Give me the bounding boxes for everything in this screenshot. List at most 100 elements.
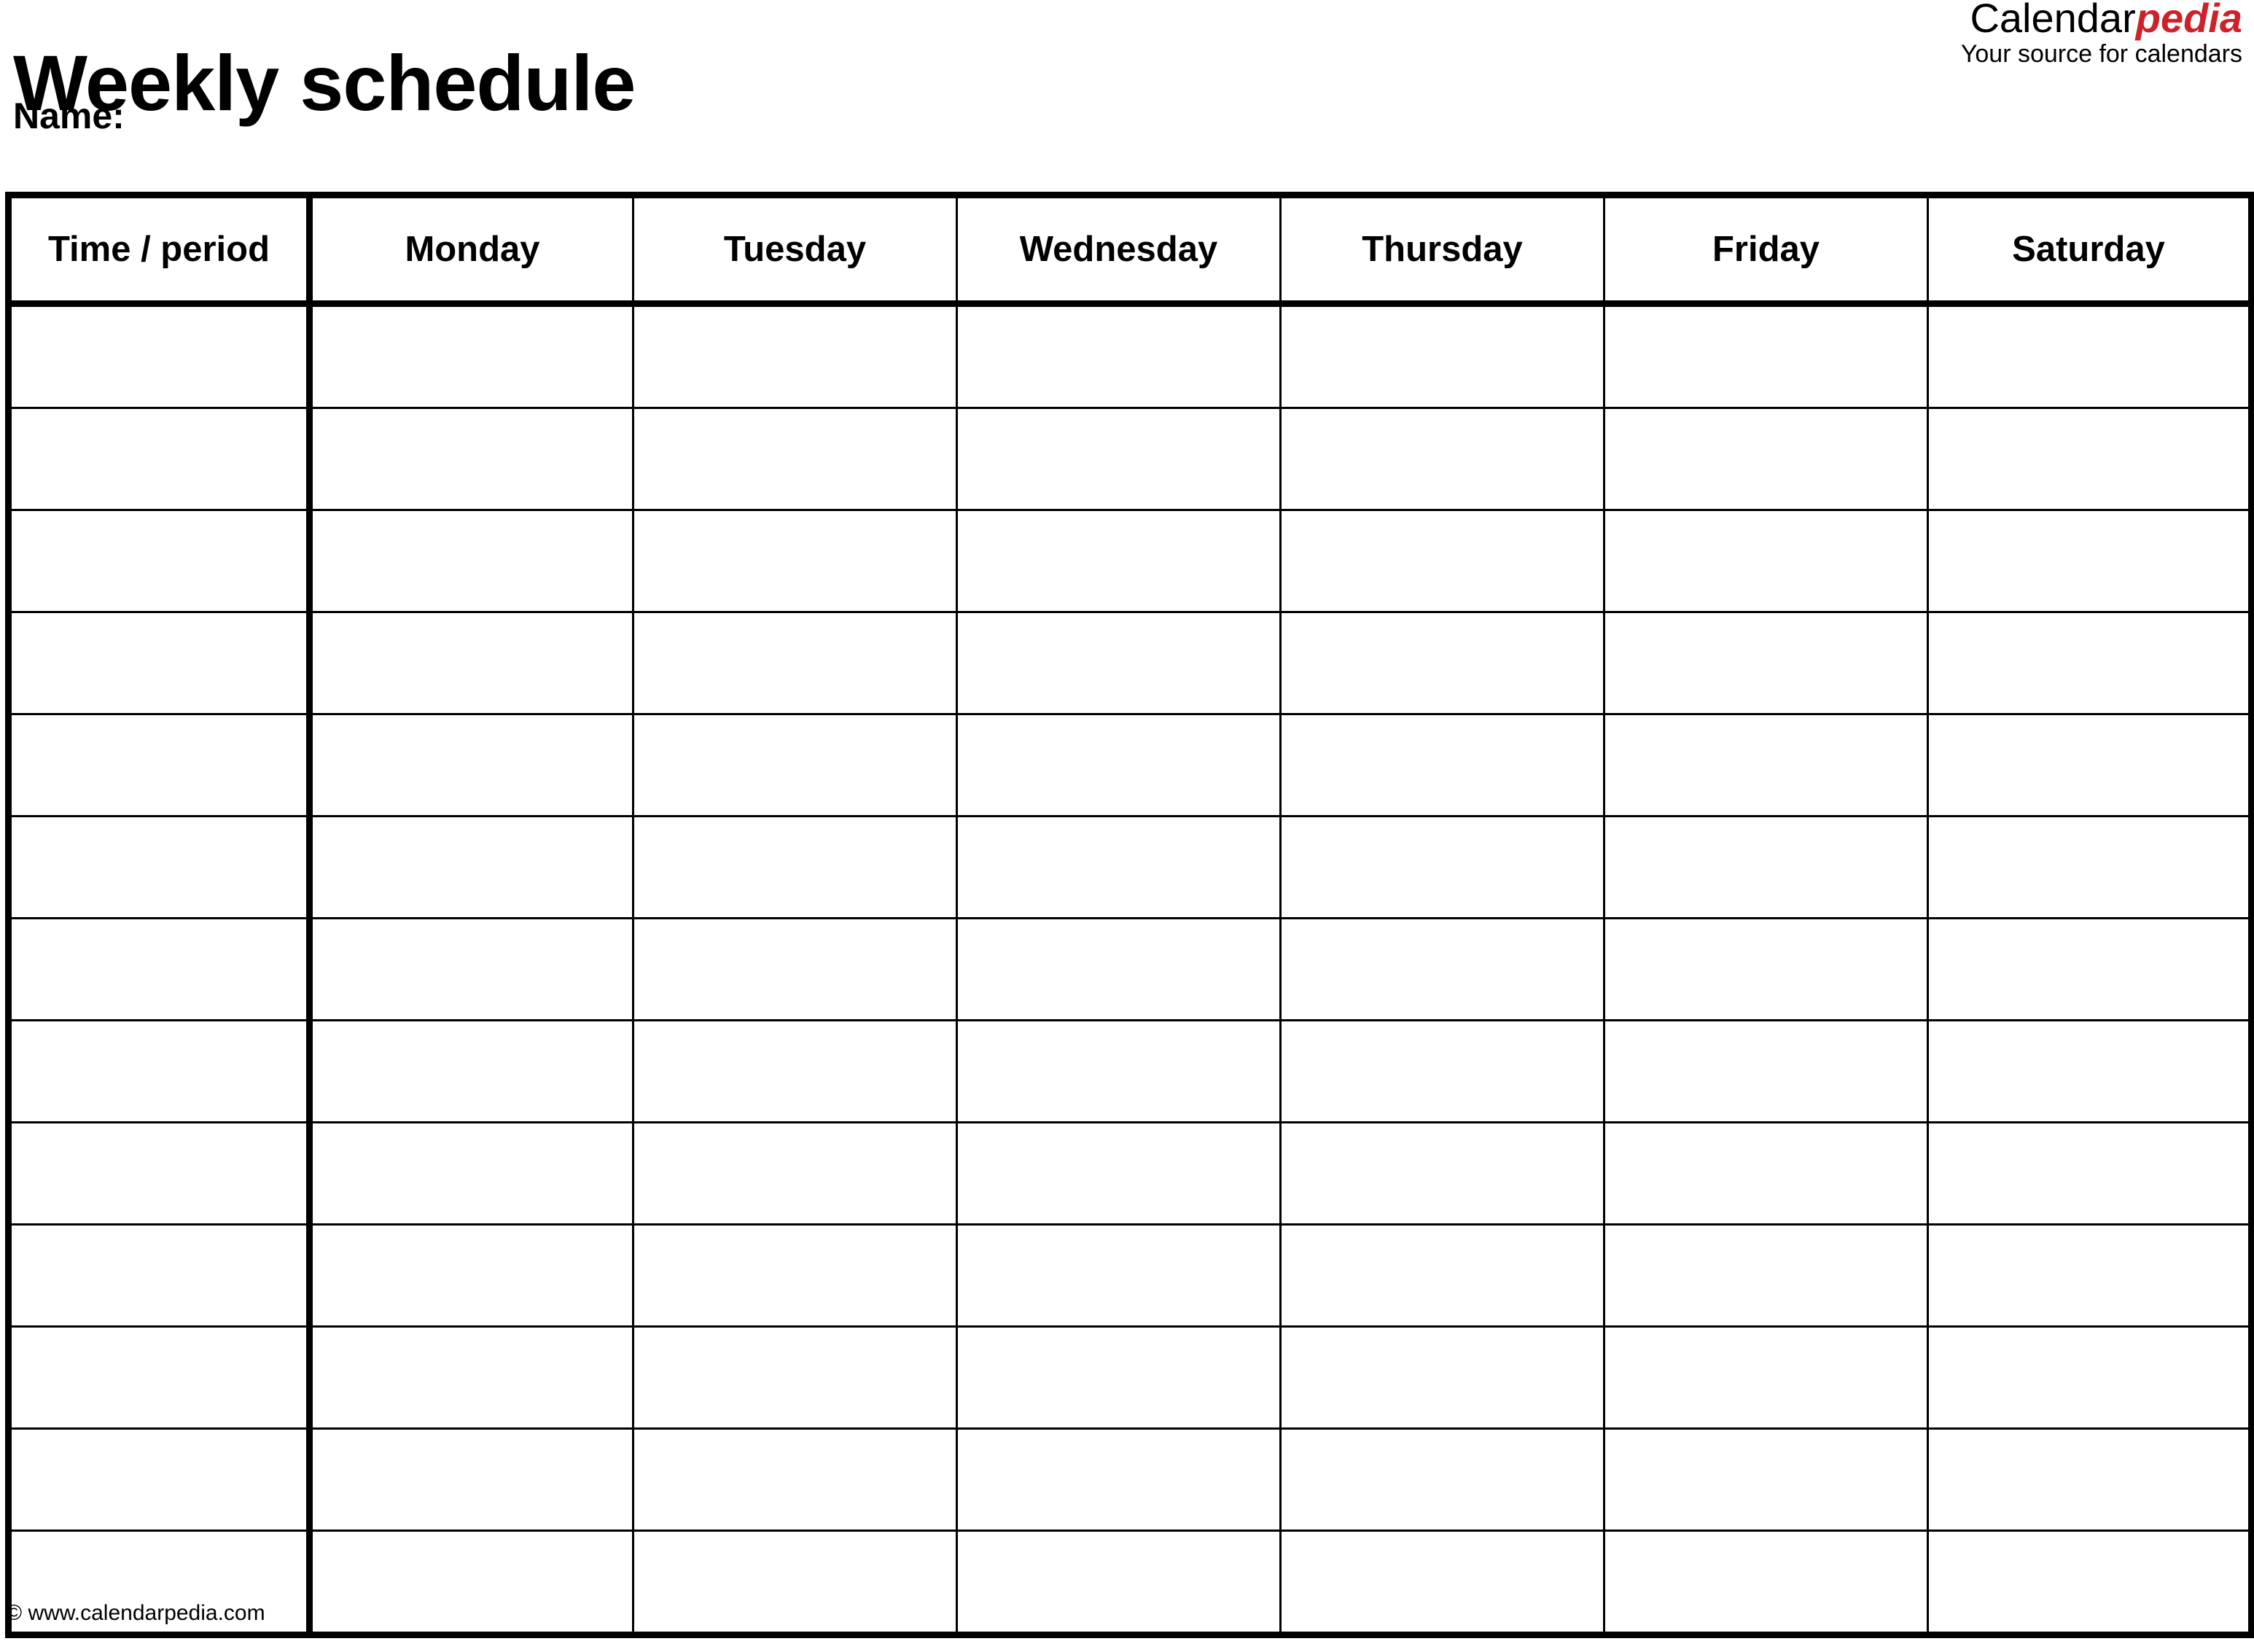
cell-day[interactable] bbox=[1603, 407, 1929, 511]
cell-day[interactable] bbox=[1603, 917, 1929, 1021]
cell-day[interactable] bbox=[1927, 407, 2254, 511]
cell-day[interactable] bbox=[308, 1019, 634, 1123]
cell-day[interactable] bbox=[956, 303, 1282, 409]
cell-day[interactable] bbox=[1603, 1530, 1929, 1638]
cell-day[interactable] bbox=[1927, 509, 2254, 613]
cell-day[interactable] bbox=[308, 1427, 634, 1532]
cell-day[interactable] bbox=[308, 1121, 634, 1226]
cell-day[interactable] bbox=[1279, 1019, 1605, 1123]
cell-day[interactable] bbox=[1603, 611, 1929, 715]
cell-day[interactable] bbox=[308, 611, 634, 715]
cell-day[interactable] bbox=[308, 509, 634, 613]
cell-day[interactable] bbox=[308, 1223, 634, 1328]
cell-day[interactable] bbox=[632, 713, 958, 817]
cell-day[interactable] bbox=[1927, 1325, 2254, 1430]
cell-day[interactable] bbox=[956, 1427, 1282, 1532]
cell-day[interactable] bbox=[632, 1325, 958, 1430]
brand-name-primary: Calendar bbox=[1970, 0, 2136, 41]
cell-day[interactable] bbox=[308, 1325, 634, 1430]
cell-day[interactable] bbox=[308, 917, 634, 1021]
cell-time-period[interactable] bbox=[5, 407, 313, 511]
cell-day[interactable] bbox=[1279, 509, 1605, 613]
cell-day[interactable] bbox=[1279, 713, 1605, 817]
cell-day[interactable] bbox=[1603, 1019, 1929, 1123]
cell-day[interactable] bbox=[1927, 1223, 2254, 1328]
cell-day[interactable] bbox=[1603, 1427, 1929, 1532]
cell-day[interactable] bbox=[956, 407, 1282, 511]
cell-day[interactable] bbox=[308, 303, 634, 409]
cell-day[interactable] bbox=[1279, 611, 1605, 715]
table-row bbox=[5, 303, 2254, 409]
cell-time-period[interactable] bbox=[5, 1427, 313, 1532]
cell-day[interactable] bbox=[1603, 509, 1929, 613]
cell-day[interactable] bbox=[1603, 1223, 1929, 1328]
cell-day[interactable] bbox=[1927, 815, 2254, 919]
cell-day[interactable] bbox=[632, 1223, 958, 1328]
cell-time-period[interactable] bbox=[5, 611, 313, 715]
cell-day[interactable] bbox=[956, 1325, 1282, 1430]
cell-day[interactable] bbox=[1603, 1121, 1929, 1226]
cell-day[interactable] bbox=[308, 1530, 634, 1638]
cell-time-period[interactable] bbox=[5, 1223, 313, 1328]
name-field-label: Name: bbox=[13, 96, 125, 136]
column-header-thursday: Thursday bbox=[1279, 192, 1605, 307]
cell-day[interactable] bbox=[308, 713, 634, 817]
cell-time-period[interactable] bbox=[5, 917, 313, 1021]
cell-day[interactable] bbox=[632, 611, 958, 715]
cell-day[interactable] bbox=[1279, 1530, 1605, 1638]
cell-day[interactable] bbox=[1927, 611, 2254, 715]
table-body bbox=[5, 303, 2254, 1638]
cell-day[interactable] bbox=[956, 815, 1282, 919]
cell-day[interactable] bbox=[632, 1530, 958, 1638]
cell-day[interactable] bbox=[632, 1019, 958, 1123]
cell-time-period[interactable] bbox=[5, 713, 313, 817]
cell-day[interactable] bbox=[308, 815, 634, 919]
cell-day[interactable] bbox=[956, 1019, 1282, 1123]
table-row bbox=[5, 713, 2254, 817]
cell-day[interactable] bbox=[1603, 815, 1929, 919]
cell-day[interactable] bbox=[1279, 407, 1605, 511]
cell-day[interactable] bbox=[1279, 1427, 1605, 1532]
cell-time-period[interactable] bbox=[5, 303, 313, 409]
cell-day[interactable] bbox=[1927, 1427, 2254, 1532]
cell-day[interactable] bbox=[1279, 303, 1605, 409]
cell-day[interactable] bbox=[632, 407, 958, 511]
cell-day[interactable] bbox=[1603, 713, 1929, 817]
footer-credit: © www.calendarpedia.com bbox=[6, 1601, 265, 1625]
cell-day[interactable] bbox=[632, 1121, 958, 1226]
cell-day[interactable] bbox=[632, 917, 958, 1021]
cell-day[interactable] bbox=[1927, 1019, 2254, 1123]
cell-day[interactable] bbox=[1927, 1530, 2254, 1638]
cell-day[interactable] bbox=[1279, 1121, 1605, 1226]
table-row bbox=[5, 1530, 2254, 1638]
cell-day[interactable] bbox=[956, 509, 1282, 613]
cell-day[interactable] bbox=[1279, 1325, 1605, 1430]
cell-day[interactable] bbox=[956, 611, 1282, 715]
cell-day[interactable] bbox=[632, 303, 958, 409]
cell-time-period[interactable] bbox=[5, 509, 313, 613]
cell-day[interactable] bbox=[956, 1121, 1282, 1226]
cell-day[interactable] bbox=[1927, 1121, 2254, 1226]
cell-day[interactable] bbox=[956, 713, 1282, 817]
cell-day[interactable] bbox=[1603, 303, 1929, 409]
cell-day[interactable] bbox=[308, 407, 634, 511]
cell-day[interactable] bbox=[1279, 917, 1605, 1021]
cell-day[interactable] bbox=[1927, 713, 2254, 817]
cell-day[interactable] bbox=[632, 509, 958, 613]
cell-day[interactable] bbox=[1927, 917, 2254, 1021]
table-row bbox=[5, 1325, 2254, 1430]
cell-time-period[interactable] bbox=[5, 1019, 313, 1123]
cell-day[interactable] bbox=[632, 1427, 958, 1532]
cell-day[interactable] bbox=[1927, 303, 2254, 409]
cell-time-period[interactable] bbox=[5, 1325, 313, 1430]
cell-time-period[interactable] bbox=[5, 1121, 313, 1226]
weekly-schedule-page: Weekly schedule Name: Calendarpedia Your… bbox=[0, 0, 2254, 1652]
cell-day[interactable] bbox=[956, 1530, 1282, 1638]
cell-day[interactable] bbox=[956, 1223, 1282, 1328]
cell-time-period[interactable] bbox=[5, 815, 313, 919]
cell-day[interactable] bbox=[1279, 815, 1605, 919]
cell-day[interactable] bbox=[1603, 1325, 1929, 1430]
cell-day[interactable] bbox=[956, 917, 1282, 1021]
cell-day[interactable] bbox=[1279, 1223, 1605, 1328]
cell-day[interactable] bbox=[632, 815, 958, 919]
